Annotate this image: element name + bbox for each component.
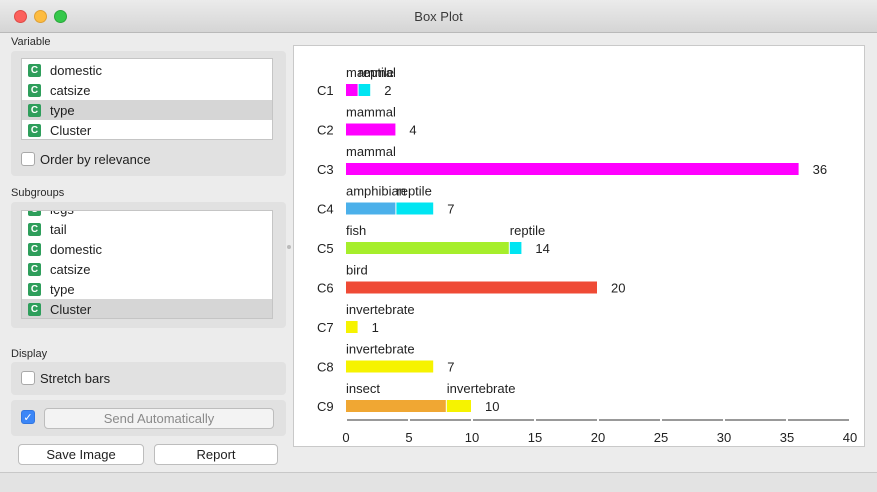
x-tick-label: 15 [528,430,542,445]
bar-segment-reptile [396,202,434,215]
continuous-variable-icon: C [28,83,41,97]
subgroup-item-domestic[interactable]: Cdomestic [22,239,272,259]
cluster-label: C2 [317,123,334,138]
bar-segment-mammal [346,123,396,136]
variable-item-type[interactable]: Ctype [22,100,272,120]
continuous-variable-icon: C [28,222,41,236]
subgroup-item-type[interactable]: Ctype [22,279,272,299]
cluster-label: C8 [317,360,334,375]
subgroups-section-label: Subgroups [11,187,65,199]
splitter-handle[interactable] [287,245,291,249]
x-tick-label: 30 [717,430,731,445]
total-label: 4 [409,123,416,138]
total-label: 7 [447,360,454,375]
continuous-variable-icon: C [28,63,41,77]
plot-area: C1 mammal reptile 2 C2 mammal 4 C3 mammal 36 C4 amp… [293,45,865,447]
segment-label: invertebrate [447,381,516,396]
continuous-variable-icon: C [28,262,41,276]
report-button[interactable]: Report [154,444,278,465]
cluster-label: C5 [317,241,334,256]
continuous-variable-icon: C [28,282,41,296]
subgroup-item-tail[interactable]: Ctail [22,219,272,239]
x-tick-label: 35 [780,430,794,445]
x-tick-label: 10 [465,430,479,445]
cluster-label: C6 [317,281,334,296]
bar-segment-reptile [509,242,522,254]
window-title: Box Plot [414,9,463,24]
bar-segment-mammal [346,84,358,96]
cluster-label: C4 [317,202,334,217]
continuous-variable-icon: C [28,103,41,117]
segment-label: mammal [346,144,396,159]
stretch-bars-checkbox[interactable] [21,371,35,385]
total-label: 1 [372,320,379,335]
segment-label: reptile [359,65,394,80]
continuous-variable-icon: C [28,123,41,137]
total-label: 2 [384,83,391,98]
save-image-button[interactable]: Save Image [18,444,144,465]
send-automatically-button[interactable]: Send Automatically [44,408,274,429]
order-by-relevance-checkbox[interactable] [21,152,35,166]
x-tick-label: 0 [342,430,349,445]
segment-label: reptile [396,184,431,199]
x-tick-label: 40 [843,430,857,445]
bar-segment-amphibian [346,202,396,215]
subgroups-list[interactable]: Clegs Ctail Cdomestic Ccatsize Ctype CCl… [21,210,273,319]
segment-label: insect [346,381,380,396]
x-tick-label: 5 [405,430,412,445]
segment-label: mammal [346,105,396,120]
bar-segment-mammal [346,163,799,175]
bar-segment-fish [346,242,509,254]
variable-item-catsize[interactable]: Ccatsize [22,80,272,100]
order-by-relevance-label: Order by relevance [40,152,151,167]
segment-label: fish [346,223,366,238]
subgroup-item-catsize[interactable]: Ccatsize [22,259,272,279]
x-tick-label: 25 [654,430,668,445]
total-label: 7 [447,202,454,217]
variable-list[interactable]: Cdomestic Ccatsize Ctype C Cluster [21,58,273,140]
stretch-bars-label: Stretch bars [40,371,111,386]
segment-label: bird [346,263,368,278]
total-label: 10 [485,399,499,414]
cluster-label: C7 [317,320,334,335]
total-label: 14 [535,241,549,256]
variable-item-cluster[interactable]: C Cluster [22,120,272,139]
bar-segment-invertebrate [446,400,471,412]
bar-segment-invertebrate [346,321,358,333]
title-bar: Box Plot [0,0,877,33]
variable-section-label: Variable [11,36,51,48]
bar-segment-bird [346,281,597,294]
x-tick-label: 20 [591,430,605,445]
cluster-label: C1 [317,83,334,98]
box-plot-chart: C1mammalreptile2C2mammal4C3mammal36C4amp… [317,65,857,445]
total-label: 20 [611,281,625,296]
segment-label: invertebrate [346,342,415,357]
variable-item-domestic[interactable]: Cdomestic [22,60,272,80]
bar-segment-insect [346,400,446,412]
display-section-label: Display [11,348,48,360]
bar-segment-invertebrate [346,360,434,373]
bar-segment-reptile [358,84,371,96]
segment-label: invertebrate [346,302,415,317]
continuous-variable-icon: C [28,302,41,316]
send-automatically-checkbox[interactable]: ✓ [21,410,35,424]
subgroup-item-legs[interactable]: Clegs [22,211,272,219]
total-label: 36 [813,162,827,177]
segment-label: reptile [510,223,545,238]
cluster-label: C3 [317,162,334,177]
status-bar [0,472,877,492]
subgroup-item-cluster[interactable]: C Cluster [22,299,272,318]
continuous-variable-icon: C [28,211,41,216]
cluster-label: C9 [317,399,334,414]
continuous-variable-icon: C [28,242,41,256]
